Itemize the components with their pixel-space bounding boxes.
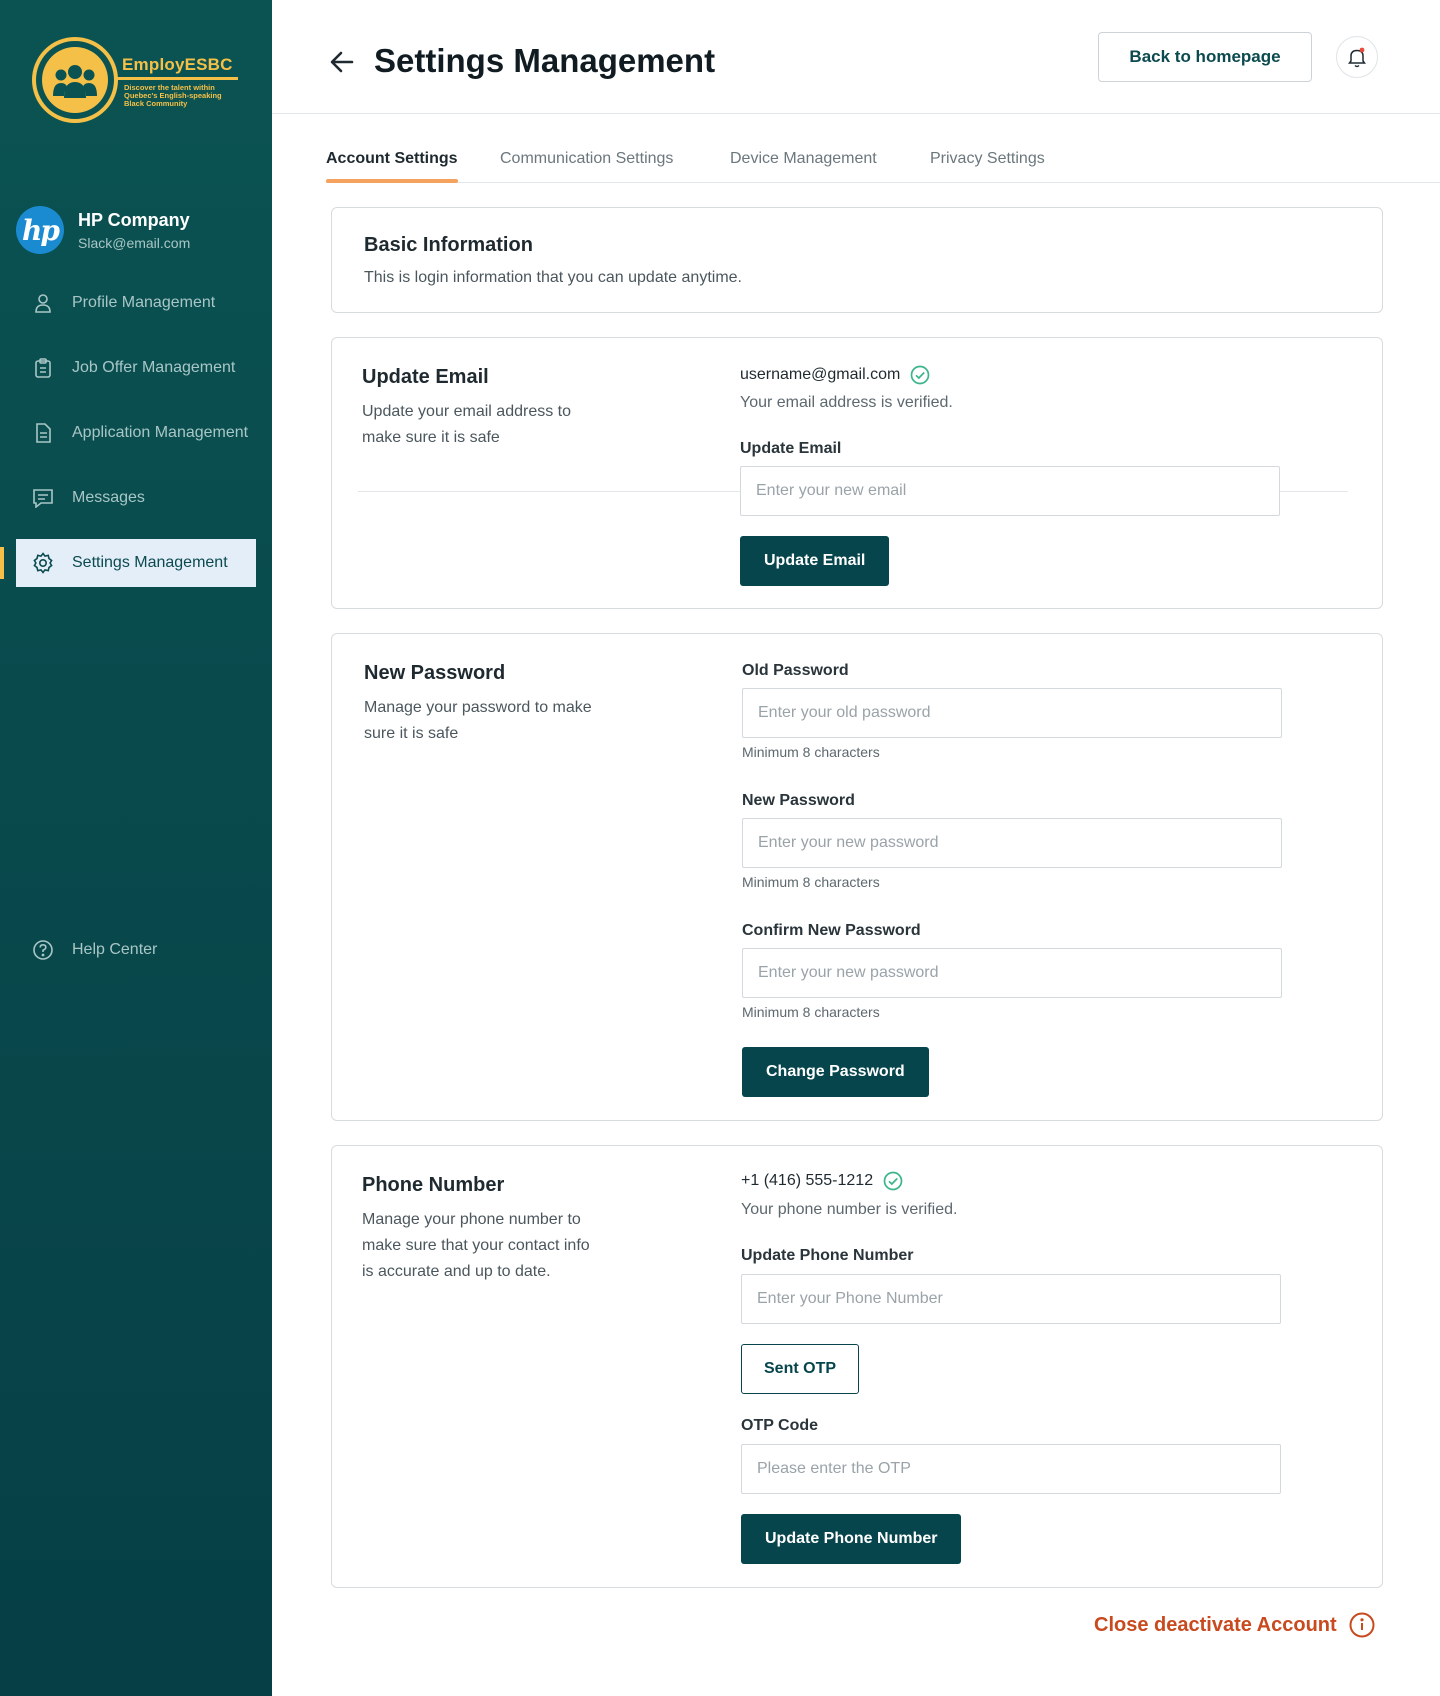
brand-tagline: Discover the talent within Quebec's Engl… [124, 82, 222, 108]
active-indicator [0, 547, 4, 579]
brand-name: EmployESBC [116, 53, 238, 80]
sidebar-item-label: Profile Management [72, 294, 216, 311]
update-email-card: Update Email Update your email address t… [331, 337, 1383, 609]
phone-verified-note: Your phone number is verified. [741, 1201, 958, 1218]
sidebar-item-label: Messages [72, 489, 145, 506]
sidebar-item-label: Job Offer Management [72, 359, 236, 376]
change-password-button[interactable]: Change Password [742, 1047, 929, 1097]
verified-check-icon [910, 365, 930, 385]
phone-number-card: Phone Number Manage your phone number to… [331, 1145, 1383, 1588]
page-header: Settings Management Back to homepage [272, 0, 1440, 114]
phone-input[interactable] [741, 1274, 1281, 1324]
sidebar-item-label: Settings Management [72, 554, 228, 571]
password-hint: Minimum 8 characters [742, 874, 880, 890]
settings-tabs: Account Settings Communication Settings … [326, 140, 1440, 183]
message-icon [32, 487, 54, 509]
old-password-input[interactable] [742, 688, 1282, 738]
verified-check-icon [883, 1171, 903, 1191]
new-password-label: New Password [742, 792, 855, 809]
update-phone-label: Update Phone Number [741, 1247, 914, 1264]
document-icon [32, 422, 54, 444]
current-phone: +1 (416) 555-1212 [741, 1171, 903, 1191]
sidebar-item-profile[interactable]: Profile Management [16, 279, 256, 327]
people-group-icon [53, 65, 97, 98]
basic-information-card: Basic Information This is login informat… [331, 207, 1383, 313]
section-description: Update your email address to make sure i… [362, 403, 571, 446]
user-icon [32, 292, 54, 314]
sidebar-item-applications[interactable]: Application Management [16, 409, 256, 457]
otp-input[interactable] [741, 1444, 1281, 1494]
question-icon [32, 939, 54, 961]
notification-button[interactable] [1336, 36, 1378, 78]
tab-account-settings[interactable]: Account Settings [326, 150, 458, 183]
sidebar-item-messages[interactable]: Messages [16, 474, 256, 522]
sidebar-item-job-offers[interactable]: Job Offer Management [16, 344, 256, 392]
sidebar-item-label: Help Center [72, 941, 158, 958]
section-description: Manage your phone number to make sure th… [362, 1211, 590, 1280]
sidebar: EmployESBC Discover the talent within Qu… [0, 0, 272, 1696]
clipboard-icon [32, 357, 54, 379]
new-password-input[interactable] [742, 818, 1282, 868]
send-otp-button[interactable]: Sent OTP [741, 1344, 860, 1394]
section-description: Manage your password to make sure it is … [364, 699, 592, 742]
password-hint: Minimum 8 characters [742, 744, 880, 760]
sidebar-item-settings[interactable]: Settings Management [16, 539, 256, 587]
section-title: Update Email [362, 366, 489, 388]
brand-logo[interactable]: EmployESBC Discover the talent within Qu… [32, 37, 238, 123]
section-title: Phone Number [362, 1174, 505, 1196]
tab-device-management[interactable]: Device Management [730, 150, 877, 182]
company-logo: hp [16, 206, 64, 254]
current-email: username@gmail.com [740, 365, 930, 385]
section-title: Basic Information [364, 234, 533, 256]
page-title: Settings Management [374, 42, 716, 79]
tab-privacy-settings[interactable]: Privacy Settings [930, 150, 1045, 182]
old-password-label: Old Password [742, 662, 849, 679]
new-email-input[interactable] [740, 466, 1280, 516]
info-icon[interactable] [1349, 1612, 1375, 1638]
tab-communication-settings[interactable]: Communication Settings [500, 150, 673, 182]
update-email-button[interactable]: Update Email [740, 536, 890, 586]
new-password-card: New Password Manage your password to mak… [331, 633, 1383, 1121]
back-to-homepage-button[interactable]: Back to homepage [1098, 32, 1312, 82]
update-email-label: Update Email [740, 440, 842, 457]
company-profile[interactable]: hp HP Company Slack@email.com [16, 206, 190, 254]
sidebar-item-label: Application Management [72, 424, 249, 441]
confirm-password-input[interactable] [742, 948, 1282, 998]
gear-icon [32, 552, 54, 574]
logo-emblem [32, 37, 118, 123]
company-name: HP Company [78, 209, 190, 230]
otp-code-label: OTP Code [741, 1417, 819, 1434]
close-deactivate-account-link[interactable]: Close deactivate Account [1094, 1612, 1375, 1638]
confirm-password-label: Confirm New Password [742, 922, 921, 939]
bell-icon [1348, 47, 1366, 68]
update-phone-button[interactable]: Update Phone Number [741, 1514, 962, 1564]
section-description: This is login information that you can u… [364, 269, 742, 286]
email-verified-note: Your email address is verified. [740, 394, 953, 411]
sidebar-item-help[interactable]: Help Center [16, 926, 256, 974]
deactivate-label: Close deactivate Account [1094, 1613, 1337, 1636]
section-title: New Password [364, 662, 506, 684]
password-hint: Minimum 8 characters [742, 1004, 880, 1020]
company-email: Slack@email.com [78, 234, 191, 251]
back-arrow-icon[interactable] [328, 48, 356, 76]
